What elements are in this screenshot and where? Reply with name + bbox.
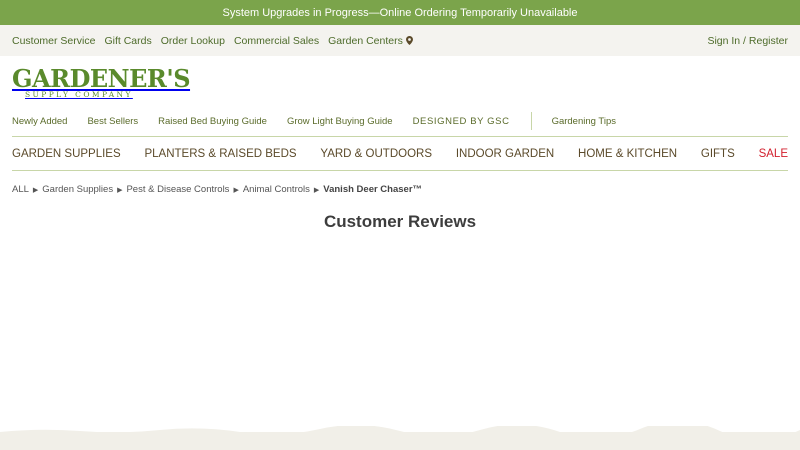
secondary-nav: Newly Added Best Sellers Raised Bed Buyi…	[12, 106, 788, 137]
breadcrumb-separator: ▶	[32, 186, 39, 194]
logo-wordmark: GARDENER'S	[12, 64, 191, 93]
logo-row: GARDENER'S SUPPLY COMPANY	[0, 56, 800, 106]
customer-service-link[interactable]: Customer Service	[12, 35, 95, 47]
commercial-sales-link[interactable]: Commercial Sales	[234, 35, 319, 47]
breadcrumb-separator: ▶	[313, 186, 320, 194]
nav-garden-supplies[interactable]: GARDEN SUPPLIES	[12, 148, 121, 160]
nav-indoor-garden[interactable]: INDOOR GARDEN	[456, 148, 554, 160]
nav-yard-outdoors[interactable]: YARD & OUTDOORS	[320, 148, 432, 160]
nav-planters-raised-beds[interactable]: PLANTERS & RAISED BEDS	[144, 148, 296, 160]
gift-cards-link[interactable]: Gift Cards	[104, 35, 151, 47]
footer-edge-decoration	[0, 426, 800, 436]
breadcrumb-garden-supplies[interactable]: Garden Supplies	[42, 184, 113, 195]
nav-divider	[530, 112, 532, 130]
sign-in-register-link[interactable]: Sign In / Register	[707, 35, 788, 47]
raised-bed-guide-link[interactable]: Raised Bed Buying Guide	[158, 116, 267, 127]
main-nav: GARDEN SUPPLIES PLANTERS & RAISED BEDS Y…	[12, 137, 788, 171]
map-pin-icon	[405, 35, 413, 45]
breadcrumb-separator: ▶	[117, 186, 123, 194]
breadcrumb-all[interactable]: ALL	[12, 184, 29, 195]
grow-light-guide-link[interactable]: Grow Light Buying Guide	[287, 116, 393, 127]
breadcrumb-animal-controls[interactable]: Animal Controls	[243, 184, 310, 195]
gardening-tips-link[interactable]: Gardening Tips	[552, 116, 616, 127]
garden-centers-link[interactable]: Garden Centers	[328, 35, 413, 47]
designed-by-gsc-link[interactable]: DESIGNED BY GSC	[413, 116, 510, 127]
breadcrumb-separator: ▶	[233, 186, 239, 194]
nav-home-kitchen[interactable]: HOME & KITCHEN	[578, 148, 677, 160]
order-lookup-link[interactable]: Order Lookup	[161, 35, 225, 47]
garden-centers-label: Garden Centers	[328, 34, 403, 47]
breadcrumb-current: Vanish Deer Chaser™	[323, 184, 423, 195]
nav-sale[interactable]: SALE	[759, 148, 788, 160]
announcement-banner: System Upgrades in Progress—Online Order…	[0, 0, 800, 25]
brand-logo[interactable]: GARDENER'S SUPPLY COMPANY	[12, 64, 191, 100]
banner-text: System Upgrades in Progress—Online Order…	[222, 6, 578, 19]
footer-texture	[0, 426, 800, 450]
utility-bar: Customer Service Gift Cards Order Lookup…	[0, 25, 800, 56]
nav-gifts[interactable]: GIFTS	[701, 148, 735, 160]
breadcrumb: ALL ▶ Garden Supplies ▶ Pest & Disease C…	[0, 184, 800, 195]
breadcrumb-pest-disease[interactable]: Pest & Disease Controls	[126, 184, 229, 195]
newly-added-link[interactable]: Newly Added	[12, 116, 67, 127]
page-title: Customer Reviews	[323, 212, 477, 231]
utility-links: Customer Service Gift Cards Order Lookup…	[12, 35, 413, 47]
best-sellers-link[interactable]: Best Sellers	[87, 116, 138, 127]
